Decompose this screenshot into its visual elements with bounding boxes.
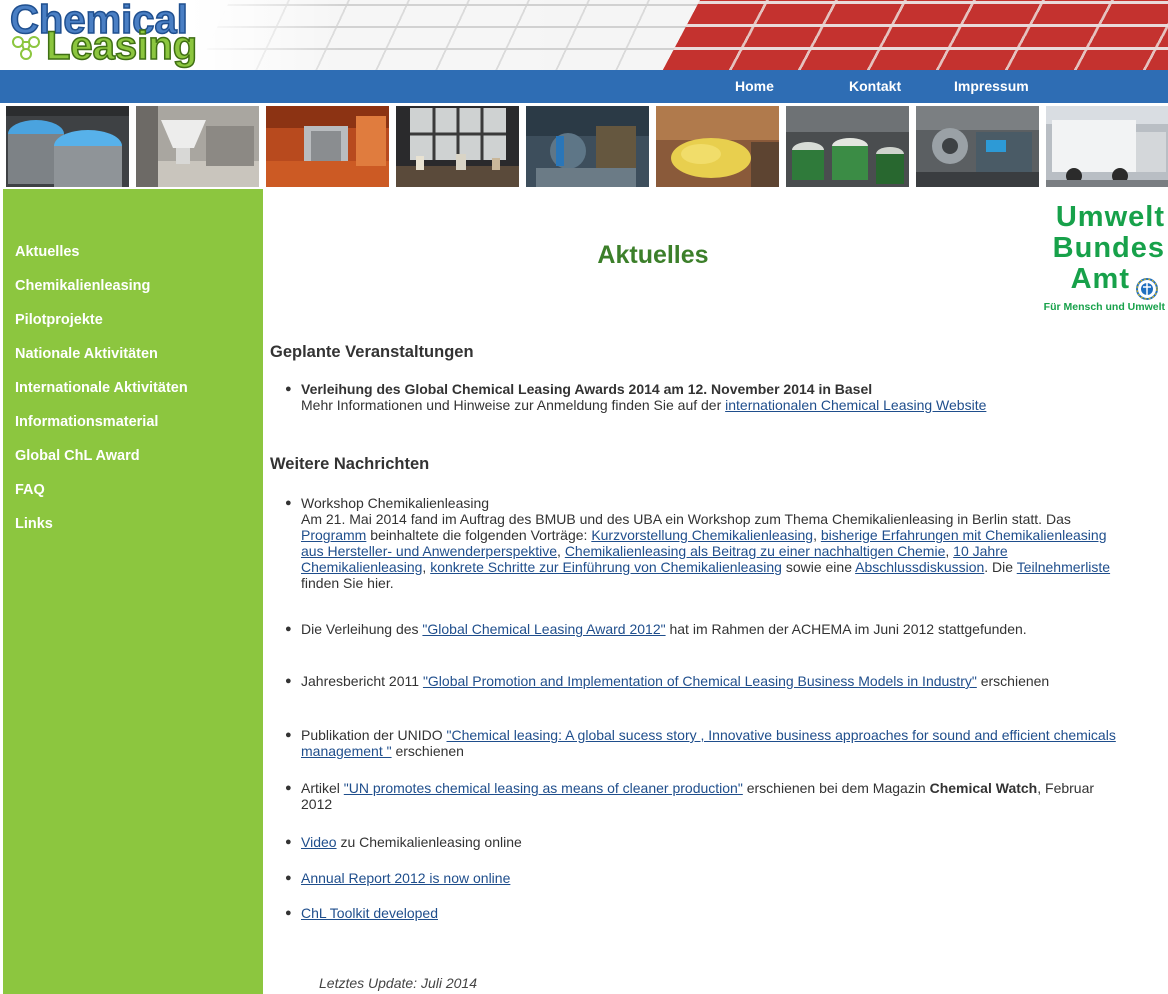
- uba-logo-text-amt: Amt: [1070, 263, 1130, 295]
- bullet-icon: ●: [285, 782, 292, 794]
- sidebar-navigation: Aktuelles Chemikalienleasing Pilotprojek…: [3, 189, 263, 994]
- link-global-promotion-report[interactable]: "Global Promotion and Implementation of …: [423, 673, 977, 689]
- nav-impressum-link[interactable]: Impressum: [954, 78, 1029, 94]
- news-item-chl-toolkit: ● ChL Toolkit developed: [285, 905, 1121, 921]
- photo-yellow-material: [656, 106, 779, 187]
- bullet-icon: ●: [285, 383, 292, 395]
- uba-globe-emblem-icon: [1136, 278, 1158, 300]
- bullet-icon: ●: [285, 675, 292, 687]
- news-item-unido-publication: ● Publikation der UNIDO "Chemical leasin…: [285, 727, 1116, 759]
- sidebar-item-faq[interactable]: FAQ: [15, 482, 45, 498]
- main-content: Umwelt Bundes Amt Für Mensch und Umwelt …: [263, 189, 1168, 994]
- section-heading-further-news: Weitere Nachrichten: [270, 455, 430, 473]
- link-international-chemical-leasing-website[interactable]: internationalen Chemical Leasing Website: [725, 397, 986, 413]
- last-update-note: Letztes Update: Juli 2014: [319, 975, 477, 991]
- link-video[interactable]: Video: [301, 834, 337, 850]
- link-annual-report-2012[interactable]: Annual Report 2012 is now online: [301, 870, 510, 886]
- bullet-icon: ●: [285, 623, 292, 635]
- top-navigation: Home Kontakt Impressum: [0, 70, 1168, 103]
- news-item-workshop-2014: ● Workshop Chemikalienleasing Am 21. Mai…: [285, 495, 1111, 591]
- link-programm[interactable]: Programm: [301, 527, 366, 543]
- bullet-icon: ●: [285, 729, 292, 741]
- link-un-promotes-chemical-leasing[interactable]: "UN promotes chemical leasing as means o…: [344, 780, 743, 796]
- link-konkrete-schritte[interactable]: konkrete Schritte zur Einführung von Che…: [430, 559, 782, 575]
- news-item-jahresbericht-2011: ● Jahresbericht 2011 "Global Promotion a…: [285, 673, 1050, 689]
- section-heading-planned-events: Geplante Veranstaltungen: [270, 343, 474, 361]
- sidebar-item-aktuelles[interactable]: Aktuelles: [15, 244, 79, 260]
- bullet-icon: ●: [285, 907, 292, 919]
- link-chl-toolkit[interactable]: ChL Toolkit developed: [301, 905, 438, 921]
- page-title: Aktuelles: [597, 241, 709, 269]
- bullet-icon: ●: [285, 836, 292, 848]
- uba-logo-tagline: Für Mensch und Umwelt: [1043, 301, 1165, 313]
- photo-blue-barrels: [6, 106, 129, 187]
- logo-text-leasing: Leasing: [45, 24, 198, 68]
- news-item-annual-report-2012: ● Annual Report 2012 is now online: [285, 870, 1121, 886]
- link-teilnehmerliste[interactable]: Teilnehmerliste: [1017, 559, 1110, 575]
- nav-home-link[interactable]: Home: [735, 78, 774, 94]
- link-kurzvorstellung[interactable]: Kurzvorstellung Chemikalienleasing: [591, 527, 813, 543]
- photo-orange-machinery: [266, 106, 389, 187]
- umweltbundesamt-logo[interactable]: Umwelt Bundes Amt Für Mensch und Umwelt: [1043, 202, 1168, 317]
- sidebar-item-informationsmaterial[interactable]: Informationsmaterial: [15, 414, 158, 430]
- site-header: Chemical Leasing: [0, 0, 1168, 70]
- bullet-icon: ●: [285, 497, 292, 509]
- photo-strip: [0, 103, 1168, 189]
- sidebar-item-chemikalienleasing[interactable]: Chemikalienleasing: [15, 278, 150, 294]
- link-abschlussdiskussion[interactable]: Abschlussdiskussion: [855, 559, 984, 575]
- sidebar-item-nationale-aktivitaeten[interactable]: Nationale Aktivitäten: [15, 346, 158, 362]
- news-item-video: ● Video zu Chemikalienleasing online: [285, 834, 522, 850]
- photo-workshop-machine: [136, 106, 259, 187]
- molecule-icon: [12, 36, 40, 60]
- sidebar-item-internationale-aktivitaeten[interactable]: Internationale Aktivitäten: [15, 380, 188, 396]
- sidebar-item-links[interactable]: Links: [15, 516, 53, 532]
- header-banner-red-wall: [662, 0, 1168, 70]
- chemical-leasing-logo[interactable]: Chemical Leasing: [8, 0, 230, 68]
- sidebar-item-pilotprojekte[interactable]: Pilotprojekte: [15, 312, 103, 328]
- bullet-icon: ●: [285, 872, 292, 884]
- photo-equipment: [916, 106, 1039, 187]
- photo-storage-drums: [786, 106, 909, 187]
- photo-truck: [1046, 106, 1168, 187]
- photo-laboratory: [396, 106, 519, 187]
- news-item-planned-award-2014: ● Verleihung des Global Chemical Leasing…: [285, 381, 987, 413]
- news-item-un-promotes-article: ● Artikel "UN promotes chemical leasing …: [285, 780, 1095, 812]
- link-beitrag-nachhaltige-chemie[interactable]: Chemikalienleasing als Beitrag zu einer …: [565, 543, 946, 559]
- photo-industrial-pipes: [526, 106, 649, 187]
- nav-kontakt-link[interactable]: Kontakt: [849, 78, 901, 94]
- sidebar-item-global-chl-award[interactable]: Global ChL Award: [15, 448, 140, 464]
- link-global-chemical-leasing-award-2012[interactable]: "Global Chemical Leasing Award 2012": [422, 621, 665, 637]
- uba-logo-text-umwelt: Umwelt: [1055, 201, 1165, 233]
- uba-logo-text-bundes: Bundes: [1052, 232, 1165, 264]
- news-item-award-2012: ● Die Verleihung des "Global Chemical Le…: [285, 621, 1027, 637]
